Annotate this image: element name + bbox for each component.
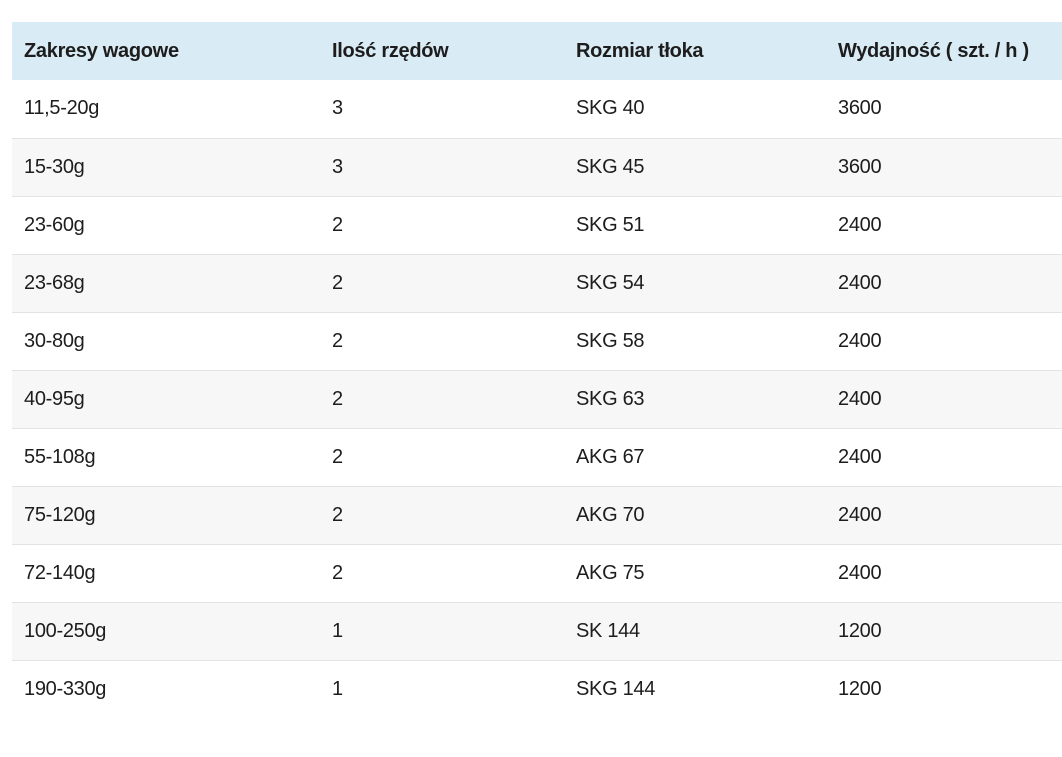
cell-row-count: 1 bbox=[332, 677, 343, 700]
cell-output: 1200 bbox=[838, 677, 882, 700]
cell-piston-size: SK 144 bbox=[576, 619, 640, 642]
table-row: 190-330g 1 SKG 144 1200 bbox=[12, 660, 1062, 718]
cell-weight-range: 72-140g bbox=[24, 561, 96, 584]
cell-output: 2400 bbox=[838, 329, 882, 352]
cell-output: 2400 bbox=[838, 387, 882, 410]
table-row: 23-68g 2 SKG 54 2400 bbox=[12, 254, 1062, 312]
cell-weight-range: 23-60g bbox=[24, 213, 85, 236]
cell-piston-size: AKG 70 bbox=[576, 503, 645, 526]
cell-piston-size: SKG 51 bbox=[576, 213, 645, 236]
cell-weight-range: 100-250g bbox=[24, 619, 107, 642]
cell-piston-size: SKG 45 bbox=[576, 155, 645, 178]
table-body: 11,5-20g 3 SKG 40 3600 15-30g 3 SKG 45 3… bbox=[12, 80, 1062, 718]
cell-weight-range: 190-330g bbox=[24, 677, 107, 700]
cell-output: 2400 bbox=[838, 561, 882, 584]
table-row: 40-95g 2 SKG 63 2400 bbox=[12, 370, 1062, 428]
cell-weight-range: 40-95g bbox=[24, 387, 85, 410]
cell-weight-range: 23-68g bbox=[24, 271, 85, 294]
cell-row-count: 2 bbox=[332, 445, 343, 468]
table-row: 55-108g 2 AKG 67 2400 bbox=[12, 428, 1062, 486]
cell-row-count: 2 bbox=[332, 387, 343, 410]
cell-weight-range: 15-30g bbox=[24, 155, 85, 178]
header-output: Wydajność ( szt. / h ) bbox=[826, 22, 1062, 80]
cell-piston-size: SKG 40 bbox=[576, 97, 645, 120]
cell-row-count: 2 bbox=[332, 213, 343, 236]
specs-table-container: Zakresy wagowe Ilość rzędów Rozmiar tłok… bbox=[12, 22, 1062, 718]
cell-piston-size: SKG 144 bbox=[576, 677, 656, 700]
header-weight-range: Zakresy wagowe bbox=[12, 22, 320, 80]
cell-output: 1200 bbox=[838, 619, 882, 642]
cell-row-count: 1 bbox=[332, 619, 343, 642]
table-row: 11,5-20g 3 SKG 40 3600 bbox=[12, 80, 1062, 138]
cell-row-count: 2 bbox=[332, 503, 343, 526]
cell-weight-range: 11,5-20g bbox=[24, 97, 100, 120]
cell-output: 2400 bbox=[838, 445, 882, 468]
cell-row-count: 3 bbox=[332, 97, 343, 120]
cell-weight-range: 55-108g bbox=[24, 445, 96, 468]
cell-piston-size: AKG 67 bbox=[576, 445, 645, 468]
cell-output: 3600 bbox=[838, 155, 882, 178]
cell-row-count: 3 bbox=[332, 155, 343, 178]
cell-output: 2400 bbox=[838, 213, 882, 236]
cell-piston-size: AKG 75 bbox=[576, 561, 645, 584]
table-row: 30-80g 2 SKG 58 2400 bbox=[12, 312, 1062, 370]
header-row: Zakresy wagowe Ilość rzędów Rozmiar tłok… bbox=[12, 22, 1062, 80]
cell-output: 2400 bbox=[838, 271, 882, 294]
table-row: 100-250g 1 SK 144 1200 bbox=[12, 602, 1062, 660]
cell-piston-size: SKG 54 bbox=[576, 271, 645, 294]
specs-table: Zakresy wagowe Ilość rzędów Rozmiar tłok… bbox=[12, 22, 1062, 718]
header-piston-size: Rozmiar tłoka bbox=[564, 22, 826, 80]
cell-output: 3600 bbox=[838, 97, 882, 120]
cell-row-count: 2 bbox=[332, 329, 343, 352]
cell-output: 2400 bbox=[838, 503, 882, 526]
table-row: 15-30g 3 SKG 45 3600 bbox=[12, 138, 1062, 196]
table-row: 75-120g 2 AKG 70 2400 bbox=[12, 486, 1062, 544]
cell-piston-size: SKG 63 bbox=[576, 387, 645, 410]
header-row-count: Ilość rzędów bbox=[320, 22, 564, 80]
cell-weight-range: 75-120g bbox=[24, 503, 96, 526]
table-row: 72-140g 2 AKG 75 2400 bbox=[12, 544, 1062, 602]
cell-row-count: 2 bbox=[332, 271, 343, 294]
table-row: 23-60g 2 SKG 51 2400 bbox=[12, 196, 1062, 254]
cell-row-count: 2 bbox=[332, 561, 343, 584]
cell-weight-range: 30-80g bbox=[24, 329, 85, 352]
table-header: Zakresy wagowe Ilość rzędów Rozmiar tłok… bbox=[12, 22, 1062, 80]
cell-piston-size: SKG 58 bbox=[576, 329, 645, 352]
